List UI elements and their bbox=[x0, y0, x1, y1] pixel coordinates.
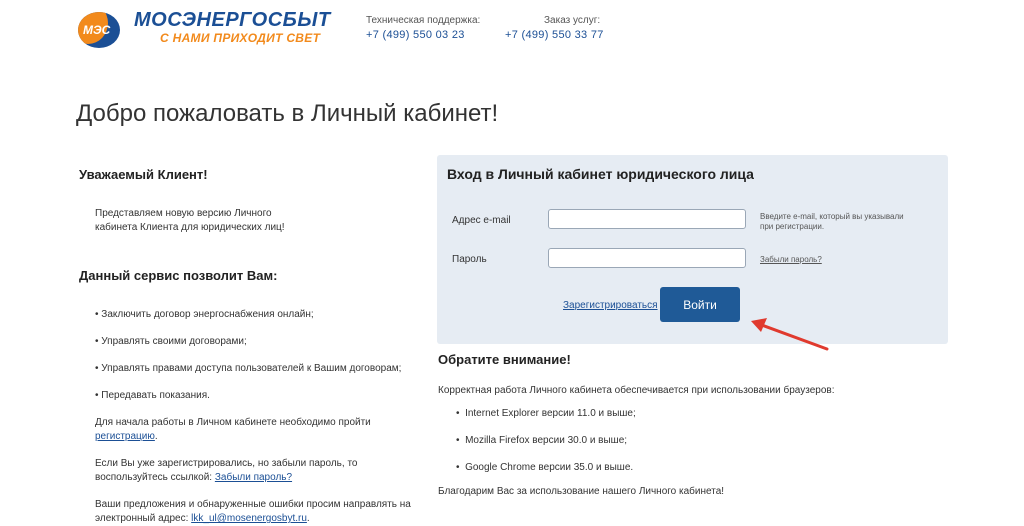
suggestion-note-line: Ваши предложения и обнаруженные ошибки п… bbox=[95, 499, 411, 510]
support-phone: +7 (499) 550 03 23 bbox=[366, 29, 465, 41]
login-button[interactable]: Войти bbox=[660, 287, 740, 322]
bullet-icon: • bbox=[456, 462, 466, 473]
intro-line: Представляем новую версию Личного bbox=[95, 208, 272, 219]
notice-intro: Корректная работа Личного кабинета обесп… bbox=[438, 385, 835, 396]
suggestion-note: Ваши предложения и обнаруженные ошибки п… bbox=[95, 498, 411, 526]
brand-slogan: С НАМИ ПРИХОДИТ СВЕТ bbox=[160, 31, 321, 45]
forgot-password-link[interactable]: Забыли пароль? bbox=[760, 255, 822, 265]
pointer-arrow-icon bbox=[751, 318, 829, 351]
browser-item: • Google Chrome версии 35.0 и выше. bbox=[456, 461, 633, 475]
browser-item-label: Google Chrome версии 35.0 и выше. bbox=[465, 462, 634, 473]
feature-item: • Передавать показания. bbox=[95, 390, 210, 401]
login-panel-title: Вход в Личный кабинет юридического лица bbox=[447, 166, 754, 182]
support-label: Техническая поддержка: bbox=[366, 15, 481, 26]
forgot-note-prefix: воспользуйтесь ссылкой: bbox=[95, 472, 215, 483]
order-phone: +7 (499) 550 33 77 bbox=[505, 29, 604, 41]
email-hint-line: Введите e-mail, который вы указывали bbox=[760, 212, 904, 221]
registration-note-line: Для начала работы в Личном кабинете необ… bbox=[95, 417, 371, 428]
email-label: Адрес e-mail bbox=[452, 215, 511, 226]
forgot-password-link-left[interactable]: Забыли пароль? bbox=[215, 472, 292, 483]
register-link[interactable]: Зарегистрироваться bbox=[563, 299, 658, 313]
intro-line: кабинета Клиента для юридических лиц! bbox=[95, 222, 285, 233]
suggestion-note-line: электронный адрес: lkk_ul@mosenergosbyt.… bbox=[95, 512, 411, 526]
page-title: Добро пожаловать в Личный кабинет! bbox=[76, 100, 499, 127]
registration-note-tail: . bbox=[154, 431, 158, 442]
notice-heading: Обратите внимание! bbox=[438, 352, 571, 367]
feature-item: • Управлять правами доступа пользователе… bbox=[95, 363, 402, 374]
intro-text: Представляем новую версию Личного кабине… bbox=[95, 207, 285, 235]
suggestion-note-prefix: электронный адрес: bbox=[95, 513, 192, 524]
browser-item: • Mozilla Firefox версии 30.0 и выше; bbox=[456, 434, 627, 448]
feature-item: • Заключить договор энергоснабжения онла… bbox=[95, 309, 314, 320]
bullet-icon: • bbox=[456, 435, 466, 446]
browser-item-label: Internet Explorer версии 11.0 и выше; bbox=[465, 408, 636, 419]
service-heading: Данный сервис позволит Вам: bbox=[79, 268, 278, 283]
brand-title: МОСЭНЕРГОСБЫТ bbox=[134, 9, 331, 31]
email-field[interactable] bbox=[548, 209, 746, 229]
password-field[interactable] bbox=[548, 248, 746, 268]
email-hint-line: при регистрации. bbox=[760, 222, 825, 231]
browser-item: • Internet Explorer версии 11.0 и выше; bbox=[456, 407, 636, 421]
forgot-note: Если Вы уже зарегистрировались, но забыл… bbox=[95, 457, 357, 485]
forgot-note-line: воспользуйтесь ссылкой: Забыли пароль? bbox=[95, 471, 357, 485]
company-logo[interactable]: МЭС bbox=[78, 12, 120, 48]
email-hint: Введите e-mail, который вы указывали при… bbox=[760, 212, 904, 232]
password-label: Пароль bbox=[452, 254, 487, 265]
registration-note-line: регистрацию. bbox=[95, 430, 371, 444]
registration-note: Для начала работы в Личном кабинете необ… bbox=[95, 416, 371, 444]
forgot-note-line: Если Вы уже зарегистрировались, но забыл… bbox=[95, 458, 358, 469]
feature-item: • Управлять своими договорами; bbox=[95, 336, 247, 347]
logo-abbreviation: МЭС bbox=[83, 23, 111, 37]
browser-item-label: Mozilla Firefox версии 30.0 и выше; bbox=[465, 435, 628, 446]
registration-link[interactable]: регистрацию bbox=[95, 431, 155, 442]
order-label: Заказ услуг: bbox=[544, 15, 601, 26]
notice-thanks: Благодарим Вас за использование нашего Л… bbox=[438, 486, 725, 497]
greeting-heading: Уважаемый Клиент! bbox=[79, 167, 208, 182]
bullet-icon: • bbox=[456, 408, 466, 419]
suggestion-note-tail: . bbox=[306, 513, 310, 524]
support-email-link[interactable]: lkk_ul@mosenergosbyt.ru bbox=[191, 513, 307, 524]
